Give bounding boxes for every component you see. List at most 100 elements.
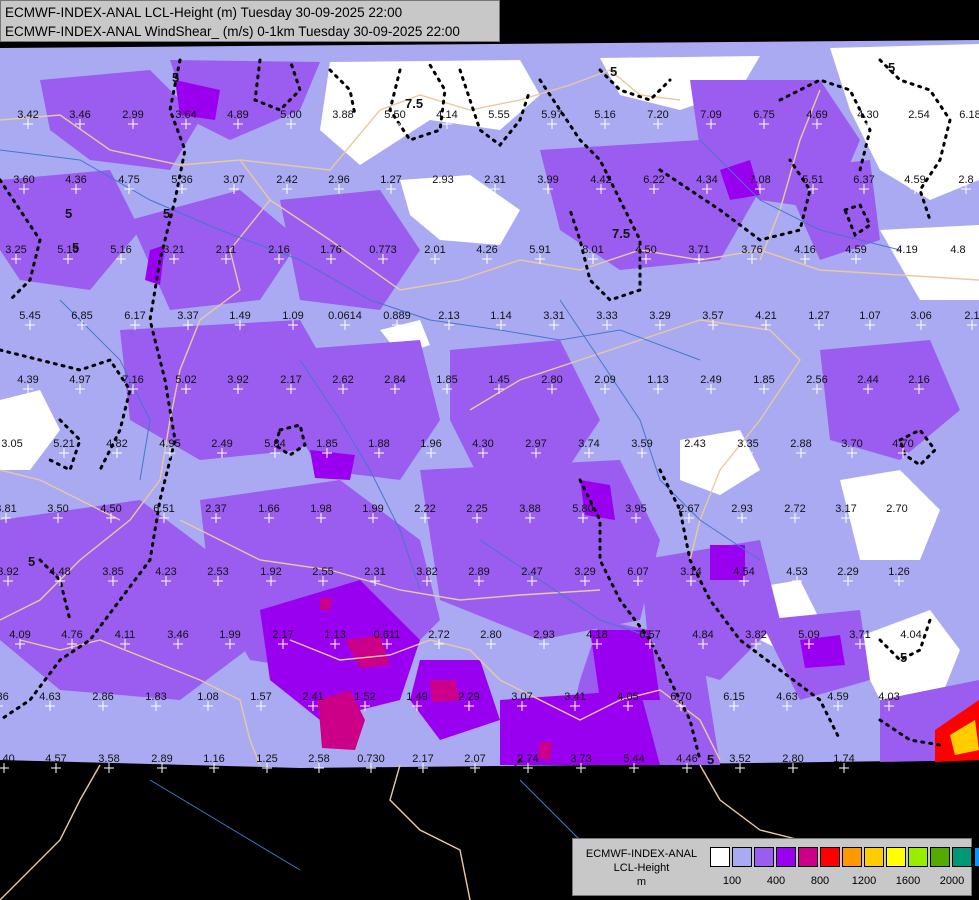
station-value: 6.40 [0, 753, 15, 765]
station-value: 5.21 [53, 438, 74, 450]
station-value: 5.44 [623, 753, 644, 765]
station-value: 4.18 [586, 629, 607, 641]
legend-source: ECMWF-INDEX-ANAL [585, 848, 698, 860]
station-value: 5.02 [175, 374, 196, 386]
station-value: 6.85 [71, 310, 92, 322]
station-value: 2.89 [151, 753, 172, 765]
station-value: 5.80 [572, 503, 593, 515]
station-value: 4.50 [100, 503, 121, 515]
station-value: 2.86 [92, 691, 113, 703]
station-value: 1.98 [310, 503, 331, 515]
station-value: 5.84 [264, 438, 285, 450]
station-value: 1.49 [229, 310, 250, 322]
station-value: 3.35 [737, 438, 758, 450]
contour-label: 5 [172, 70, 179, 85]
station-value: 4.16 [794, 244, 815, 256]
station-value: 4.63 [39, 691, 60, 703]
station-value: 1.14 [490, 310, 511, 322]
station-value: 1.45 [488, 374, 509, 386]
station-value: 1.27 [808, 310, 829, 322]
station-value: 3.46 [69, 109, 90, 121]
station-value: 4.36 [0, 691, 9, 703]
legend-swatch [974, 847, 979, 867]
station-value: 1.92 [260, 566, 281, 578]
station-value: 2.49 [700, 374, 721, 386]
station-value: 8.01 [582, 244, 603, 256]
contour-label: 5 [900, 650, 907, 665]
station-value: 2.37 [205, 503, 226, 515]
station-value: 5.36 [171, 174, 192, 186]
station-value: 4.30 [857, 109, 878, 121]
station-value: 3.95 [625, 503, 646, 515]
station-value: 0.889 [383, 310, 411, 322]
station-value: 3.92 [0, 566, 19, 578]
station-value: 4.53 [786, 566, 807, 578]
station-value: 5.00 [280, 109, 301, 121]
station-value: 4.09 [9, 629, 30, 641]
station-value: 3.76 [741, 244, 762, 256]
contour-label: 7.5 [405, 96, 423, 111]
station-value: 3.17 [835, 503, 856, 515]
station-value: 3.70 [841, 438, 862, 450]
station-value: 4.36 [65, 174, 86, 186]
station-value: 2.89 [468, 566, 489, 578]
station-value: 4.76 [61, 629, 82, 641]
station-value: 3.82 [416, 566, 437, 578]
station-value: 2.70 [886, 503, 907, 515]
legend-parameter: LCL-Height [613, 862, 670, 874]
station-value: 7.16 [122, 374, 143, 386]
station-value: 5.50 [384, 109, 405, 121]
contour-label: 5 [707, 752, 714, 767]
station-value: 2.55 [312, 566, 333, 578]
station-value: 5.51 [802, 174, 823, 186]
station-value: 2.43 [684, 438, 705, 450]
station-value: 2.22 [414, 503, 435, 515]
station-value: 5.16 [110, 244, 131, 256]
station-value: 4.34 [696, 174, 717, 186]
legend-tick-label: 400 [766, 875, 786, 887]
station-value: 3.58 [98, 753, 119, 765]
contour-label: 5 [888, 60, 895, 75]
station-value: 4.82 [106, 438, 127, 450]
station-value: 1.76 [320, 244, 341, 256]
station-value: 6.75 [753, 109, 774, 121]
legend-swatch [952, 847, 972, 867]
title-line-lcl: ECMWF-INDEX-ANAL LCL-Height (m) Tuesday … [5, 5, 403, 20]
station-value: 2.80 [541, 374, 562, 386]
station-value: 1.74 [833, 753, 854, 765]
station-value: 2.25 [466, 503, 487, 515]
station-value: 5.45 [19, 310, 40, 322]
station-value: 3.50 [47, 503, 68, 515]
station-value: 6.17 [124, 310, 145, 322]
legend-tick-label: 800 [810, 875, 830, 887]
station-value: 2.17 [272, 629, 293, 641]
contour-label: 7.5 [612, 226, 630, 241]
station-value: 2.93 [432, 174, 453, 186]
station-value: 3.52 [729, 753, 750, 765]
station-value: 4.03 [878, 691, 899, 703]
station-value: 3.21 [163, 244, 184, 256]
station-value: 4.63 [776, 691, 797, 703]
station-value: 2.93 [533, 629, 554, 641]
station-value: 3.99 [537, 174, 558, 186]
station-value: 6.15 [723, 691, 744, 703]
legend-swatch [930, 847, 950, 867]
title-line-windshear: ECMWF-INDEX-ANAL WindShear_ (m/s) 0-1km … [5, 24, 460, 39]
station-value: 2.09 [594, 374, 615, 386]
station-value: 4.89 [227, 109, 248, 121]
station-value: 3.88 [332, 109, 353, 121]
station-value: 3.71 [688, 244, 709, 256]
station-value: 2.56 [806, 374, 827, 386]
station-value: 4.48 [49, 566, 70, 578]
station-value: 4.05 [617, 691, 638, 703]
station-value: 3.59 [631, 438, 652, 450]
station-value: 4.59 [904, 174, 925, 186]
station-value: 1.09 [282, 310, 303, 322]
station-value: 1.96 [420, 438, 441, 450]
station-value: 4.75 [118, 174, 139, 186]
station-value: 3.46 [167, 629, 188, 641]
station-value: 4.59 [845, 244, 866, 256]
station-value: 3.92 [227, 374, 248, 386]
station-value: 2.58 [308, 753, 329, 765]
station-value: 3.74 [578, 438, 599, 450]
